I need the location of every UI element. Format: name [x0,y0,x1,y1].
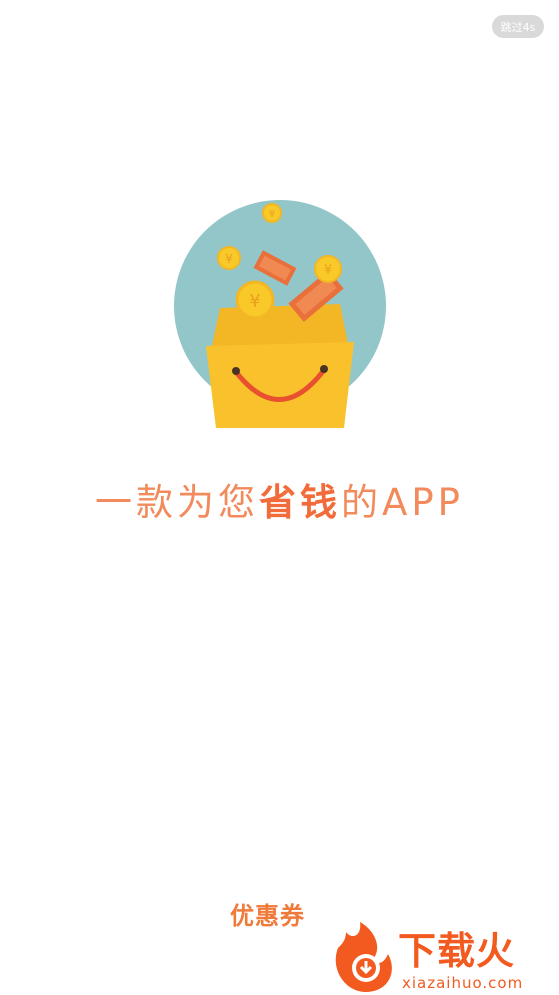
bag-eye-right [320,365,328,373]
bag-back [212,304,348,346]
slogan-suffix: 的APP [341,481,464,524]
slogan-highlight: 省钱 [259,481,342,524]
svg-text:¥: ¥ [269,209,275,220]
coin-large: ¥ [235,280,275,320]
skip-button[interactable]: 跳过4s [492,15,544,38]
slogan: 一款为您省钱的APP [0,472,559,526]
svg-text:¥: ¥ [324,263,332,278]
bag-eye-left [232,367,240,375]
watermark: 下载火 xiazaihuo.com [330,918,559,995]
flame-logo-icon [335,922,392,992]
hero-illustration: ¥ ¥ ¥ ¥ [172,196,388,428]
bag-front [206,342,354,428]
slogan-prefix: 一款为您 [95,481,260,524]
watermark-url: xiazaihuo.com [402,974,524,992]
coin-right: ¥ [314,255,342,283]
coin-left: ¥ [217,246,241,270]
brand-name: 优惠券 [230,902,305,930]
watermark-name: 下载火 [398,929,516,973]
coin-top: ¥ [262,203,282,223]
svg-text:¥: ¥ [225,252,233,266]
svg-text:¥: ¥ [249,291,260,312]
